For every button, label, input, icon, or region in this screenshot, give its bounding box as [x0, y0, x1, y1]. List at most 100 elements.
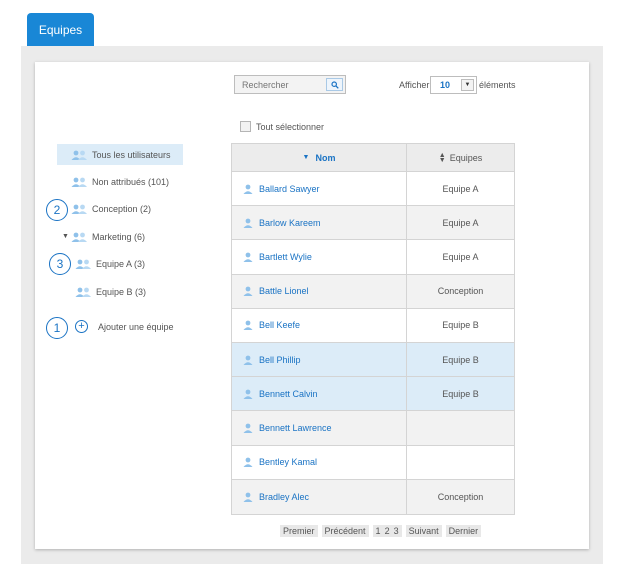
cell-name-text: Bennett Calvin — [259, 388, 318, 399]
pagination-page-3[interactable]: 3 — [394, 526, 399, 536]
sidebar-item-label: Equipe A (3) — [96, 259, 146, 269]
chevron-down-icon[interactable]: ▼ — [461, 79, 474, 91]
column-header-teams[interactable]: ▲ ▼ Equipes — [407, 144, 514, 171]
user-icon — [243, 184, 253, 194]
user-icon — [243, 389, 253, 399]
users-icon — [71, 204, 87, 214]
add-team-icon[interactable]: + — [75, 320, 88, 333]
user-icon — [243, 492, 253, 502]
pagination-next[interactable]: Suivant — [405, 525, 442, 537]
sidebar-item-label: Marketing (6) — [92, 232, 146, 242]
cell-team: Equipe B — [442, 320, 479, 331]
table-row[interactable]: Bentley Kamal — [232, 445, 514, 480]
select-all-checkbox[interactable] — [240, 121, 251, 132]
column-header-teams-label: Equipes — [449, 152, 483, 163]
cell-team: Equipe A — [442, 251, 479, 262]
cell-team: Equipe B — [442, 388, 479, 399]
cell-name[interactable]: Bartlett Wylie — [232, 240, 407, 274]
cell-name[interactable]: Bell Phillip — [232, 342, 407, 377]
callout-2: 2 — [46, 199, 68, 221]
search-button[interactable] — [326, 78, 343, 91]
user-icon — [243, 457, 253, 468]
select-all[interactable]: Tout sélectionner — [240, 121, 324, 132]
cell-name-text: Bartlett Wylie — [259, 251, 312, 262]
table-row[interactable]: Barlow Kareem Equipe A — [232, 206, 514, 241]
cell-name-text: Bradley Alec — [259, 491, 310, 502]
user-icon — [243, 320, 253, 331]
sidebar-item-label: Non attribués (101) — [92, 177, 170, 187]
user-icon — [243, 218, 253, 228]
user-icon — [243, 286, 253, 297]
pagination-page-1[interactable]: 1 — [376, 526, 381, 536]
user-icon — [243, 252, 253, 262]
cell-name[interactable]: Bradley Alec — [232, 479, 407, 514]
table-row[interactable]: Ballard Sawyer Equipe A — [232, 172, 514, 207]
cell-team: Conception — [437, 286, 484, 297]
cell-team: Equipe A — [442, 217, 479, 228]
callout-3: 3 — [49, 253, 71, 275]
page-size-select[interactable]: 10 ▼ — [430, 76, 477, 94]
cell-name-text: Bell Phillip — [259, 354, 301, 365]
tab-equipes[interactable]: Equipes — [27, 13, 94, 46]
pagination: Premier Précédent 1 2 3 Suivant Dernier — [280, 525, 482, 537]
table-row[interactable]: Bell Keefe Equipe B — [232, 308, 514, 343]
sidebar-item-conception[interactable]: Conception (2) — [71, 204, 151, 214]
cell-name-text: Battle Lionel — [259, 286, 309, 297]
page-size-value: 10 — [439, 80, 450, 90]
cell-team: Equipe B — [442, 354, 479, 365]
cell-name[interactable]: Battle Lionel — [232, 274, 407, 308]
cell-name[interactable]: Ballard Sawyer — [232, 172, 407, 206]
table-row[interactable]: Bartlett Wylie Equipe A — [232, 240, 514, 275]
sidebar-item-all-users[interactable]: Tous les utilisateurs — [57, 144, 183, 165]
table-row[interactable]: Bell Phillip Equipe B — [232, 342, 514, 378]
users-table: ▼ Nom ▲ ▼ Equipes Ballard Sawyer Equipe AB… — [231, 143, 515, 515]
cell-name-text: Ballard Sawyer — [259, 183, 320, 194]
search-box — [234, 75, 346, 94]
table-header: ▼ Nom ▲ ▼ Equipes — [232, 144, 514, 172]
cell-name[interactable]: Bell Keefe — [232, 308, 407, 342]
sidebar-item-label: Tous les utilisateurs — [92, 149, 171, 160]
page-size-prefix: Afficher — [399, 80, 430, 90]
users-icon — [75, 287, 91, 297]
table-row[interactable]: Bennett Lawrence — [232, 411, 514, 446]
table-row[interactable]: Bennett Calvin Equipe B — [232, 377, 514, 412]
sidebar-item-marketing[interactable]: Marketing (6) — [71, 232, 145, 242]
sidebar-item-label: Equipe B (3) — [96, 287, 147, 297]
sidebar-item-equipe-b[interactable]: Equipe B (3) — [75, 287, 146, 297]
cell-team: Conception — [437, 491, 484, 502]
select-all-label: Tout sélectionner — [256, 121, 325, 132]
search-input[interactable] — [235, 76, 321, 93]
column-header-name[interactable]: ▼ Nom — [232, 144, 407, 171]
user-icon — [243, 423, 253, 433]
cell-name[interactable]: Bennett Lawrence — [232, 411, 407, 445]
column-header-name-label: Nom — [315, 152, 336, 163]
cell-name[interactable]: Barlow Kareem — [232, 206, 407, 240]
pagination-prev[interactable]: Précédent — [321, 525, 369, 537]
sidebar-item-label: Conception (2) — [92, 204, 152, 214]
users-icon — [71, 177, 87, 187]
pagination-first[interactable]: Premier — [280, 525, 318, 537]
expand-caret-icon[interactable]: ▼ — [62, 233, 69, 240]
page-size-suffix: éléments — [479, 80, 516, 90]
sidebar-item-equipe-a[interactable]: Equipe A (3) — [75, 259, 145, 269]
table-row[interactable]: Bradley Alec Conception — [232, 479, 514, 514]
cell-name[interactable]: Bentley Kamal — [232, 445, 407, 479]
cell-name-text: Bentley Kamal — [259, 457, 318, 468]
cell-name-text: Barlow Kareem — [259, 217, 321, 228]
cell-name-text: Bennett Lawrence — [259, 422, 332, 433]
callout-1: 1 — [46, 317, 68, 339]
users-icon — [71, 232, 87, 242]
user-icon — [243, 355, 253, 365]
table-body: Ballard Sawyer Equipe A Barlow Kareem Equip… — [232, 172, 514, 514]
users-icon — [75, 259, 91, 269]
cell-team: Equipe A — [442, 183, 479, 194]
table-row[interactable]: Battle Lionel Conception — [232, 274, 514, 309]
pagination-page-2[interactable]: 2 — [385, 526, 390, 536]
cell-team — [407, 446, 514, 479]
add-team-button[interactable]: Ajouter une équipe — [98, 322, 174, 332]
cell-name[interactable]: Bennett Calvin — [232, 377, 407, 411]
cell-team — [407, 411, 514, 444]
search-icon — [330, 80, 339, 89]
sidebar-item-unassigned[interactable]: Non attribués (101) — [71, 177, 169, 187]
pagination-last[interactable]: Dernier — [445, 525, 482, 537]
